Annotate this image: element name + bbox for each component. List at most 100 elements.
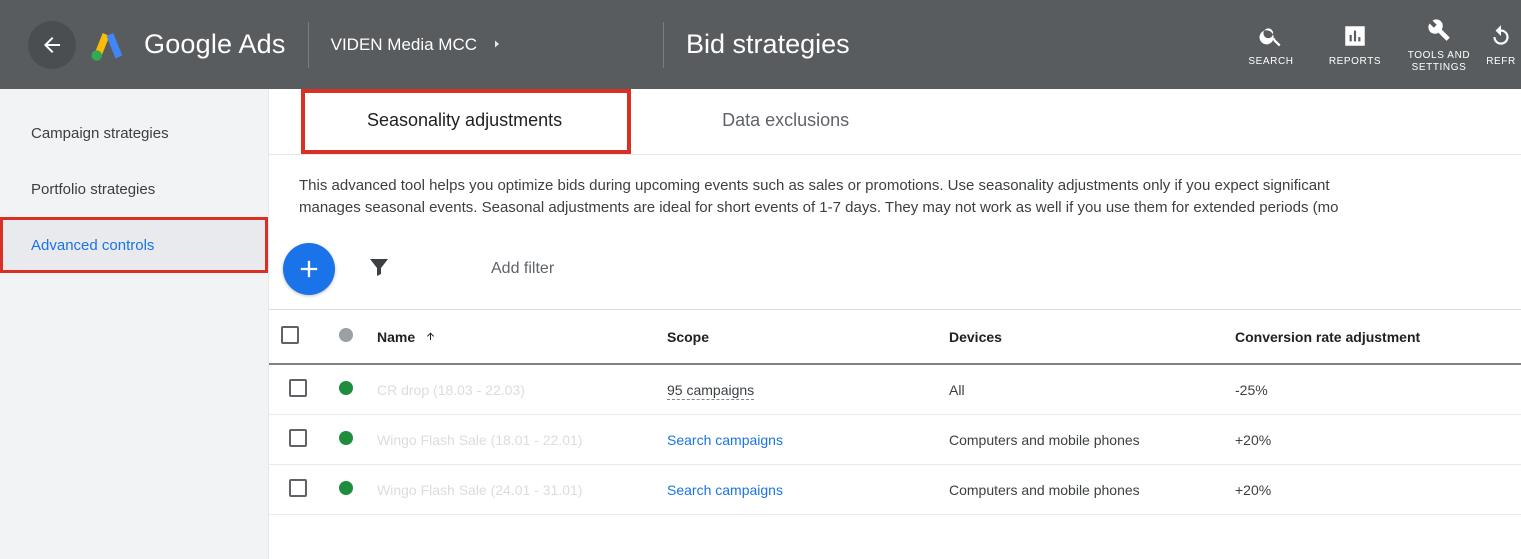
back-button[interactable]	[28, 21, 76, 69]
top-bar: Google Ads VIDEN Media MCC Bid strategie…	[0, 0, 1521, 89]
filter-icon	[367, 255, 391, 279]
add-filter-label: Add filter	[491, 260, 554, 277]
header-adjustment[interactable]: Conversion rate adjustment	[1223, 310, 1521, 365]
row-devices: Computers and mobile phones	[949, 432, 1140, 448]
row-adjustment-cell: -25%	[1223, 364, 1521, 415]
description-line: manages seasonal events. Seasonal adjust…	[299, 197, 1503, 219]
row-scope-cell: Search campaigns	[655, 465, 937, 515]
sidebar-item-label: Portfolio strategies	[31, 181, 155, 198]
tab-label: Data exclusions	[722, 110, 849, 131]
row-name: CR drop (18.03 - 22.03)	[377, 382, 525, 398]
select-all-checkbox[interactable]	[281, 326, 299, 344]
reports-icon	[1342, 23, 1368, 49]
header-adjustment-label: Conversion rate adjustment	[1235, 329, 1420, 345]
subtabs: Seasonality adjustments Data exclusions	[269, 89, 1521, 155]
search-icon	[1258, 23, 1284, 49]
row-checkbox-cell	[269, 364, 327, 415]
row-adjustment: -25%	[1235, 382, 1268, 398]
refresh-label: REFR	[1481, 56, 1521, 68]
divider	[663, 22, 664, 68]
row-scope-cell: 95 campaigns	[655, 364, 937, 415]
refresh-action[interactable]: REFR	[1481, 22, 1521, 68]
row-checkbox[interactable]	[289, 429, 307, 447]
sidebar-item-advanced-controls[interactable]: Advanced controls	[0, 217, 268, 273]
row-adjustment: +20%	[1235, 482, 1271, 498]
reports-action[interactable]: REPORTS	[1313, 22, 1397, 68]
row-scope-cell: Search campaigns	[655, 415, 937, 465]
row-checkbox-cell	[269, 415, 327, 465]
header-devices-label: Devices	[949, 329, 1002, 345]
status-dot-icon	[339, 381, 353, 395]
plus-icon	[295, 255, 323, 283]
row-devices-cell: All	[937, 364, 1223, 415]
description-line: This advanced tool helps you optimize bi…	[299, 175, 1503, 197]
header-scope[interactable]: Scope	[655, 310, 937, 365]
sidebar: Campaign strategies Portfolio strategies…	[0, 89, 269, 559]
search-action[interactable]: SEARCH	[1229, 22, 1313, 68]
header-scope-label: Scope	[667, 329, 709, 345]
status-dot-icon	[339, 328, 353, 342]
row-scope-link[interactable]: Search campaigns	[667, 432, 783, 448]
header-name-label: Name	[377, 329, 415, 345]
row-status-cell[interactable]	[327, 364, 365, 415]
adjustments-table: Name Scope Devices Conversion rat	[269, 309, 1521, 515]
top-actions: SEARCH REPORTS TOOLS AND SETTINGS REFR	[1229, 0, 1521, 89]
sidebar-item-campaign-strategies[interactable]: Campaign strategies	[0, 105, 268, 161]
row-devices: All	[949, 382, 965, 398]
header-checkbox-cell	[269, 310, 327, 365]
row-devices-cell: Computers and mobile phones	[937, 415, 1223, 465]
sidebar-item-label: Campaign strategies	[31, 125, 169, 142]
tab-data-exclusions[interactable]: Data exclusions	[622, 89, 909, 151]
tools-action[interactable]: TOOLS AND SETTINGS	[1397, 16, 1481, 74]
sort-asc-icon	[425, 329, 437, 345]
tab-seasonality-adjustments[interactable]: Seasonality adjustments	[307, 89, 622, 151]
sidebar-item-label: Advanced controls	[31, 237, 154, 254]
refresh-icon	[1488, 23, 1514, 49]
row-devices-cell: Computers and mobile phones	[937, 465, 1223, 515]
page-title: Bid strategies	[686, 29, 850, 60]
row-name: Wingo Flash Sale (18.01 - 22.01)	[377, 432, 582, 448]
filter-button[interactable]	[367, 255, 391, 284]
add-filter[interactable]: Add filter	[491, 260, 554, 278]
account-name: VIDEN Media MCC	[331, 35, 477, 55]
status-dot-icon	[339, 431, 353, 445]
row-name-cell[interactable]: Wingo Flash Sale (24.01 - 31.01)	[365, 465, 655, 515]
row-name-cell[interactable]: Wingo Flash Sale (18.01 - 22.01)	[365, 415, 655, 465]
row-name: Wingo Flash Sale (24.01 - 31.01)	[377, 482, 582, 498]
table-row: Wingo Flash Sale (18.01 - 22.01) Search c…	[269, 415, 1521, 465]
table-row: CR drop (18.03 - 22.03) 95 campaigns All -2…	[269, 364, 1521, 415]
chevron-right-icon	[491, 35, 503, 55]
row-adjustment-cell: +20%	[1223, 415, 1521, 465]
header-devices[interactable]: Devices	[937, 310, 1223, 365]
row-adjustment: +20%	[1235, 432, 1271, 448]
row-status-cell[interactable]	[327, 415, 365, 465]
row-scope: 95 campaigns	[667, 382, 754, 400]
content: Seasonality adjustments Data exclusions …	[269, 89, 1521, 559]
row-devices: Computers and mobile phones	[949, 482, 1140, 498]
header-name[interactable]: Name	[365, 310, 655, 365]
header-status-cell[interactable]	[327, 310, 365, 365]
toolbar: Add filter	[269, 229, 1521, 309]
row-status-cell[interactable]	[327, 465, 365, 515]
table-row: Wingo Flash Sale (24.01 - 31.01) Search c…	[269, 465, 1521, 515]
row-checkbox[interactable]	[289, 479, 307, 497]
table-header-row: Name Scope Devices Conversion rat	[269, 310, 1521, 365]
wrench-icon	[1426, 17, 1452, 43]
row-checkbox[interactable]	[289, 379, 307, 397]
row-scope-link[interactable]: Search campaigns	[667, 482, 783, 498]
arrow-left-icon	[40, 33, 64, 57]
row-checkbox-cell	[269, 465, 327, 515]
tools-label: TOOLS AND SETTINGS	[1397, 50, 1481, 74]
status-dot-icon	[339, 481, 353, 495]
divider	[308, 22, 309, 68]
description: This advanced tool helps you optimize bi…	[269, 155, 1521, 229]
search-label: SEARCH	[1229, 56, 1313, 68]
brand-label: Google Ads	[144, 29, 286, 60]
account-switcher[interactable]: VIDEN Media MCC	[331, 35, 503, 55]
tab-label: Seasonality adjustments	[367, 110, 562, 131]
sidebar-item-portfolio-strategies[interactable]: Portfolio strategies	[0, 161, 268, 217]
row-adjustment-cell: +20%	[1223, 465, 1521, 515]
google-ads-logo	[90, 27, 126, 63]
add-button[interactable]	[283, 243, 335, 295]
row-name-cell[interactable]: CR drop (18.03 - 22.03)	[365, 364, 655, 415]
